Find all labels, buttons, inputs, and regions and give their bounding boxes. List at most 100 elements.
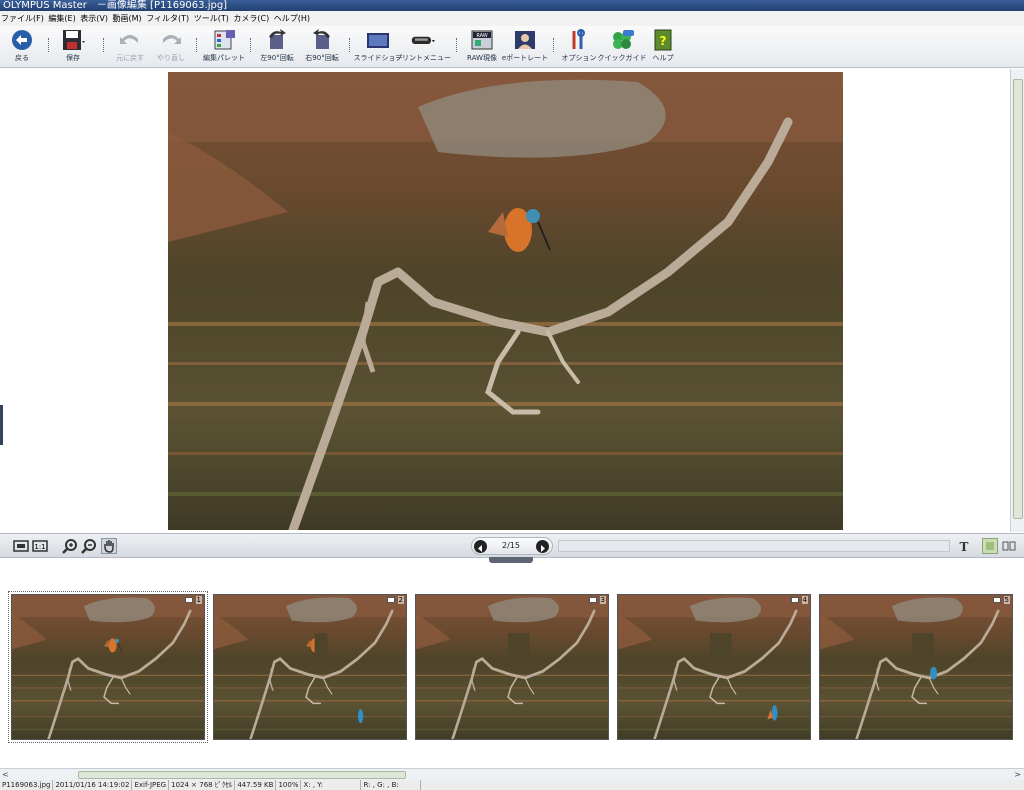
status-xy: X: , Y:	[301, 780, 362, 790]
help-book-icon: ?	[651, 29, 675, 51]
zoom-in-icon[interactable]	[62, 538, 78, 554]
rotate-left-button[interactable]: 左90°回転	[255, 29, 299, 62]
page-indicator: 2/15	[502, 541, 520, 550]
rotate-left-icon	[265, 29, 289, 51]
menu-edit[interactable]: 編集(E)	[47, 14, 76, 23]
main-photo[interactable]	[168, 72, 843, 530]
horizontal-scrollbar[interactable]: < >	[0, 768, 1024, 780]
menu-view[interactable]: 表示(V)	[79, 14, 109, 23]
raw-develop-label: RAW現像	[467, 54, 497, 62]
page-navigator: 2/15	[471, 537, 553, 555]
portrait-icon	[513, 29, 537, 51]
thumbnail-number: 3	[599, 596, 606, 604]
undo-button[interactable]: 元に戻す	[108, 29, 152, 62]
edit-palette-button[interactable]: 編集パレット	[202, 29, 246, 62]
e-portrait-label: eポートレート	[501, 54, 549, 62]
palette-icon	[212, 29, 236, 51]
toolbar-separator	[250, 38, 252, 52]
quick-guide-button[interactable]: クイックガイド	[597, 29, 647, 62]
menu-tool[interactable]: ツール(T)	[193, 14, 230, 23]
vertical-scrollbar[interactable]	[1010, 69, 1024, 532]
menu-camera[interactable]: カメラ(C)	[232, 14, 270, 23]
slideshow-button[interactable]: スライドショー	[354, 29, 403, 62]
viewer-control-bar: 1:1 2/15 T	[0, 533, 1024, 558]
toolbar-separator	[196, 38, 198, 52]
menu-help[interactable]: ヘルプ(H)	[273, 14, 311, 23]
status-dimensions: 1024 × 768 ﾋﾟｸｾﾙ	[169, 780, 236, 790]
horizontal-scroll-thumb[interactable]	[78, 771, 406, 779]
thumbnail-strip: 1 2 3 4 5	[0, 563, 1024, 768]
dual-view-icon[interactable]	[1001, 538, 1017, 554]
svg-text:T: T	[960, 540, 969, 553]
image-flag-icon	[791, 597, 799, 603]
clover-icon	[610, 29, 634, 51]
printer-icon	[411, 29, 435, 51]
status-size: 447.59 KB	[235, 780, 277, 790]
rotate-right-icon	[310, 29, 334, 51]
svg-text:?: ?	[660, 34, 667, 48]
image-flag-icon	[387, 597, 395, 603]
thumbnail-3[interactable]: 3	[415, 594, 609, 740]
print-menu-button[interactable]: プリントメニュー	[395, 29, 451, 62]
toolbar-separator	[48, 38, 50, 52]
hand-tool-icon[interactable]	[101, 538, 117, 554]
thumbnail-2[interactable]: 2	[213, 594, 407, 740]
status-rgb: R: , G: , B:	[361, 780, 422, 790]
previous-image-button[interactable]	[474, 540, 487, 553]
options-button[interactable]: オプション	[557, 29, 601, 62]
toolbar: 戻る 保存 元に戻す やり直し 編集パレット 左90°回転 右90°回転 スライ…	[0, 26, 1024, 68]
help-label: ヘルプ	[652, 54, 674, 62]
actual-size-button[interactable]: 1:1	[32, 538, 48, 554]
next-image-button[interactable]	[536, 540, 549, 553]
print-menu-label: プリントメニュー	[395, 54, 451, 62]
title-bar: OLYMPUS Master －画像編集 [P1169063.jpg]	[0, 0, 1024, 11]
text-toggle-icon[interactable]: T	[956, 538, 972, 554]
back-label: 戻る	[15, 54, 29, 62]
rotate-right-label: 右90°回転	[305, 54, 339, 62]
menu-filter[interactable]: フィルタ(T)	[145, 14, 190, 23]
thumbnail-5[interactable]: 5	[819, 594, 1013, 740]
scroll-right-icon[interactable]: >	[1014, 770, 1021, 780]
thumbnail-4[interactable]: 4	[617, 594, 811, 740]
thumbnail-number: 2	[397, 596, 404, 604]
menu-movie[interactable]: 動画(M)	[112, 14, 143, 23]
menu-bar: ファイル(F) 編集(E) 表示(V) 動画(M) フィルタ(T) ツール(T)…	[0, 11, 1024, 26]
rotate-right-button[interactable]: 右90°回転	[300, 29, 344, 62]
redo-icon	[159, 29, 183, 51]
redo-label: やり直し	[157, 54, 185, 62]
slideshow-icon	[366, 29, 390, 51]
back-arrow-icon	[10, 29, 34, 51]
floppy-disk-icon	[61, 29, 85, 51]
redo-button[interactable]: やり直し	[149, 29, 193, 62]
app-window: OLYMPUS Master －画像編集 [P1169063.jpg] ファイル…	[0, 0, 1024, 790]
raw-develop-button[interactable]: RAW RAW現像	[460, 29, 504, 62]
help-button[interactable]: ? ヘルプ	[641, 29, 685, 62]
zoom-out-icon[interactable]	[81, 538, 97, 554]
thumbnail-number: 4	[801, 596, 808, 604]
quick-guide-label: クイックガイド	[597, 54, 647, 62]
scroll-left-icon[interactable]: <	[2, 770, 9, 780]
options-label: オプション	[561, 54, 597, 62]
save-button[interactable]: 保存	[51, 29, 95, 62]
raw-icon: RAW	[470, 29, 494, 51]
fit-screen-button[interactable]	[13, 538, 29, 554]
progress-track	[558, 540, 950, 552]
e-portrait-button[interactable]: eポートレート	[501, 29, 549, 62]
status-bar: P1169063.jpg 2011/01/16 14:19:02 Exif-JPEG…	[0, 780, 1024, 790]
thumbnail-number: 1	[195, 596, 202, 604]
rotate-left-label: 左90°回転	[260, 54, 294, 62]
menu-file[interactable]: ファイル(F)	[0, 14, 45, 23]
vertical-scroll-thumb[interactable]	[1013, 79, 1023, 519]
toolbar-separator	[456, 38, 458, 52]
status-filename: P1169063.jpg	[0, 780, 54, 790]
undo-icon	[118, 29, 142, 51]
thumbnail-1[interactable]: 1	[8, 591, 208, 743]
back-button[interactable]: 戻る	[0, 29, 44, 62]
image-flag-icon	[993, 597, 1001, 603]
wrench-icon	[567, 29, 591, 51]
edit-palette-label: 編集パレット	[203, 54, 245, 62]
save-label: 保存	[66, 54, 80, 62]
single-view-icon[interactable]	[982, 538, 998, 554]
window-title: OLYMPUS Master －画像編集 [P1169063.jpg]	[3, 0, 228, 11]
thumbnail-number: 5	[1003, 596, 1010, 604]
